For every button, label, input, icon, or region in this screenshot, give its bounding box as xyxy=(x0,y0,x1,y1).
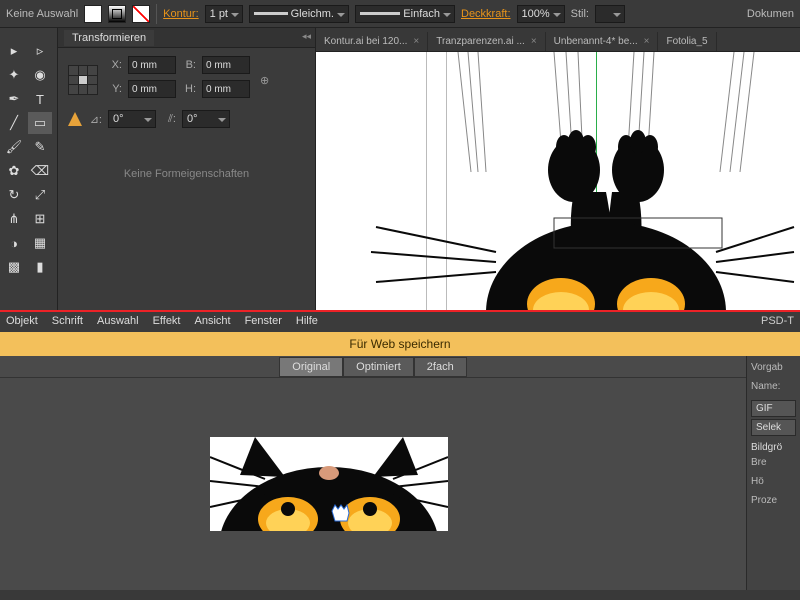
shape-builder-tool[interactable]: ◑ xyxy=(2,232,26,254)
doc-tab[interactable]: Fotolia_5 xyxy=(658,32,716,51)
preview-pane: Original Optimiert 2fach xyxy=(0,356,746,590)
selection-tool[interactable]: ▸ xyxy=(2,40,26,62)
eraser-tool[interactable]: ⌫ xyxy=(28,160,52,182)
warning-icon xyxy=(68,112,82,126)
style-label: Stil: xyxy=(571,8,589,20)
preset-label: Vorgab xyxy=(751,362,796,373)
canvas[interactable] xyxy=(316,52,800,310)
toolbox: ▸▹ ✦◉ ✒T ╱▭ 🖌✎ ✿⌫ ↻⤢ ⋔⊞ ◑▦ ▩▮ xyxy=(0,28,58,310)
scale-tool[interactable]: ⤢ xyxy=(28,184,52,206)
direct-selection-tool[interactable]: ▹ xyxy=(28,40,52,62)
doc-tab[interactable]: Kontur.ai bei 120...× xyxy=(316,32,428,51)
fill-none-swatch[interactable] xyxy=(132,5,150,23)
image-size-heading: Bildgrö xyxy=(751,442,796,453)
height-label: Hö xyxy=(751,476,796,487)
stroke-profile-dropdown[interactable]: Einfach xyxy=(355,5,455,23)
stroke-weight-dropdown[interactable]: 1 pt xyxy=(205,5,243,23)
save-for-web-title: Für Web speichern xyxy=(349,337,450,351)
stroke-dash-dropdown[interactable]: Gleichm. xyxy=(249,5,349,23)
no-selection-label: Keine Auswahl xyxy=(6,8,78,20)
w-label: B: xyxy=(182,59,196,71)
y-label: Y: xyxy=(108,83,122,95)
format-gif-button[interactable]: GIF xyxy=(751,400,796,417)
menu-auswahl[interactable]: Auswahl xyxy=(97,315,139,327)
h-label: H: xyxy=(182,83,196,95)
no-shape-properties-label: Keine Formeigenschaften xyxy=(68,168,305,180)
save-options-panel: Vorgab Name: GIF Selek Bildgrö Bre Hö Pr… xyxy=(746,356,800,590)
perspective-tool[interactable]: ▦ xyxy=(28,232,52,254)
paintbrush-tool[interactable]: 🖌 xyxy=(2,136,26,158)
rectangle-tool[interactable]: ▭ xyxy=(28,112,52,134)
pen-tool[interactable]: ✒ xyxy=(2,88,26,110)
menu-hilfe[interactable]: Hilfe xyxy=(296,315,318,327)
tab-original[interactable]: Original xyxy=(279,357,343,377)
rotate-tool[interactable]: ↻ xyxy=(2,184,26,206)
fill-gradient-swatch[interactable] xyxy=(108,5,126,23)
y-input[interactable] xyxy=(128,80,176,98)
view-tabs: Original Optimiert 2fach xyxy=(0,356,746,378)
divider xyxy=(156,4,157,24)
tab-optimiert[interactable]: Optimiert xyxy=(343,357,414,377)
save-for-web-titlebar: Für Web speichern xyxy=(0,332,800,356)
doc-tab[interactable]: Tranzparenzen.ai ...× xyxy=(428,32,545,51)
menu-schrift[interactable]: Schrift xyxy=(52,315,83,327)
control-bar: Keine Auswahl Kontur: 1 pt Gleichm. Einf… xyxy=(0,0,800,28)
percent-label: Proze xyxy=(751,495,796,506)
blob-brush-tool[interactable]: ✿ xyxy=(2,160,26,182)
red-guide-line xyxy=(0,310,800,312)
panel-collapse-icon[interactable]: ◂◂ xyxy=(302,31,311,42)
magic-wand-tool[interactable]: ✦ xyxy=(2,64,26,86)
brand-label: PSD-T xyxy=(761,315,794,327)
preview-artwork xyxy=(210,437,448,531)
rotate-input[interactable]: 0° xyxy=(108,110,156,128)
menu-ansicht[interactable]: Ansicht xyxy=(195,315,231,327)
x-input[interactable] xyxy=(128,56,176,74)
close-icon[interactable]: × xyxy=(531,36,537,47)
doc-tab[interactable]: Unbenannt-4* be...× xyxy=(546,32,659,51)
free-transform-tool[interactable]: ⊞ xyxy=(28,208,52,230)
rotate-label: ⊿: xyxy=(88,113,102,126)
lasso-tool[interactable]: ◉ xyxy=(28,64,52,86)
fill-swatch[interactable] xyxy=(84,5,102,23)
mesh-tool[interactable]: ▩ xyxy=(2,256,26,278)
name-label: Name: xyxy=(751,381,780,392)
type-tool[interactable]: T xyxy=(28,88,52,110)
reference-point-selector[interactable] xyxy=(68,65,98,95)
transform-panel: Transformieren ◂◂ X: B: Y: H: ⊕ ⊿: 0° ⫽: 0… xyxy=(58,28,316,310)
width-tool[interactable]: ⋔ xyxy=(2,208,26,230)
pencil-tool[interactable]: ✎ xyxy=(28,136,52,158)
transform-panel-tab[interactable]: Transformieren xyxy=(64,30,154,46)
gradient-tool[interactable]: ▮ xyxy=(28,256,52,278)
selective-button[interactable]: Selek xyxy=(751,419,796,436)
menu-fenster[interactable]: Fenster xyxy=(245,315,282,327)
close-icon[interactable]: × xyxy=(644,36,650,47)
menu-objekt[interactable]: Objekt xyxy=(6,315,38,327)
h-input[interactable] xyxy=(202,80,250,98)
width-label: Bre xyxy=(751,457,796,468)
menu-effekt[interactable]: Effekt xyxy=(153,315,181,327)
menu-bar: Objekt Schrift Auswahl Effekt Ansicht Fe… xyxy=(0,310,800,332)
x-label: X: xyxy=(108,59,122,71)
line-tool[interactable]: ╱ xyxy=(2,112,26,134)
opacity-dropdown[interactable]: 100% xyxy=(517,5,565,23)
document-setup-label[interactable]: Dokumen xyxy=(747,8,794,20)
w-input[interactable] xyxy=(202,56,250,74)
tab-2fach[interactable]: 2fach xyxy=(414,357,467,377)
opacity-label[interactable]: Deckkraft: xyxy=(461,8,511,20)
preview-thumbnail[interactable] xyxy=(210,437,448,531)
constrain-icon[interactable]: ⊕ xyxy=(260,74,269,87)
close-icon[interactable]: × xyxy=(413,36,419,47)
artwork-cat xyxy=(316,52,796,310)
stroke-label[interactable]: Kontur: xyxy=(163,8,198,20)
shear-input[interactable]: 0° xyxy=(182,110,230,128)
style-dropdown[interactable] xyxy=(595,5,625,23)
shear-label: ⫽: xyxy=(162,113,176,126)
document-tabs: Kontur.ai bei 120...× Tranzparenzen.ai .… xyxy=(316,28,800,52)
